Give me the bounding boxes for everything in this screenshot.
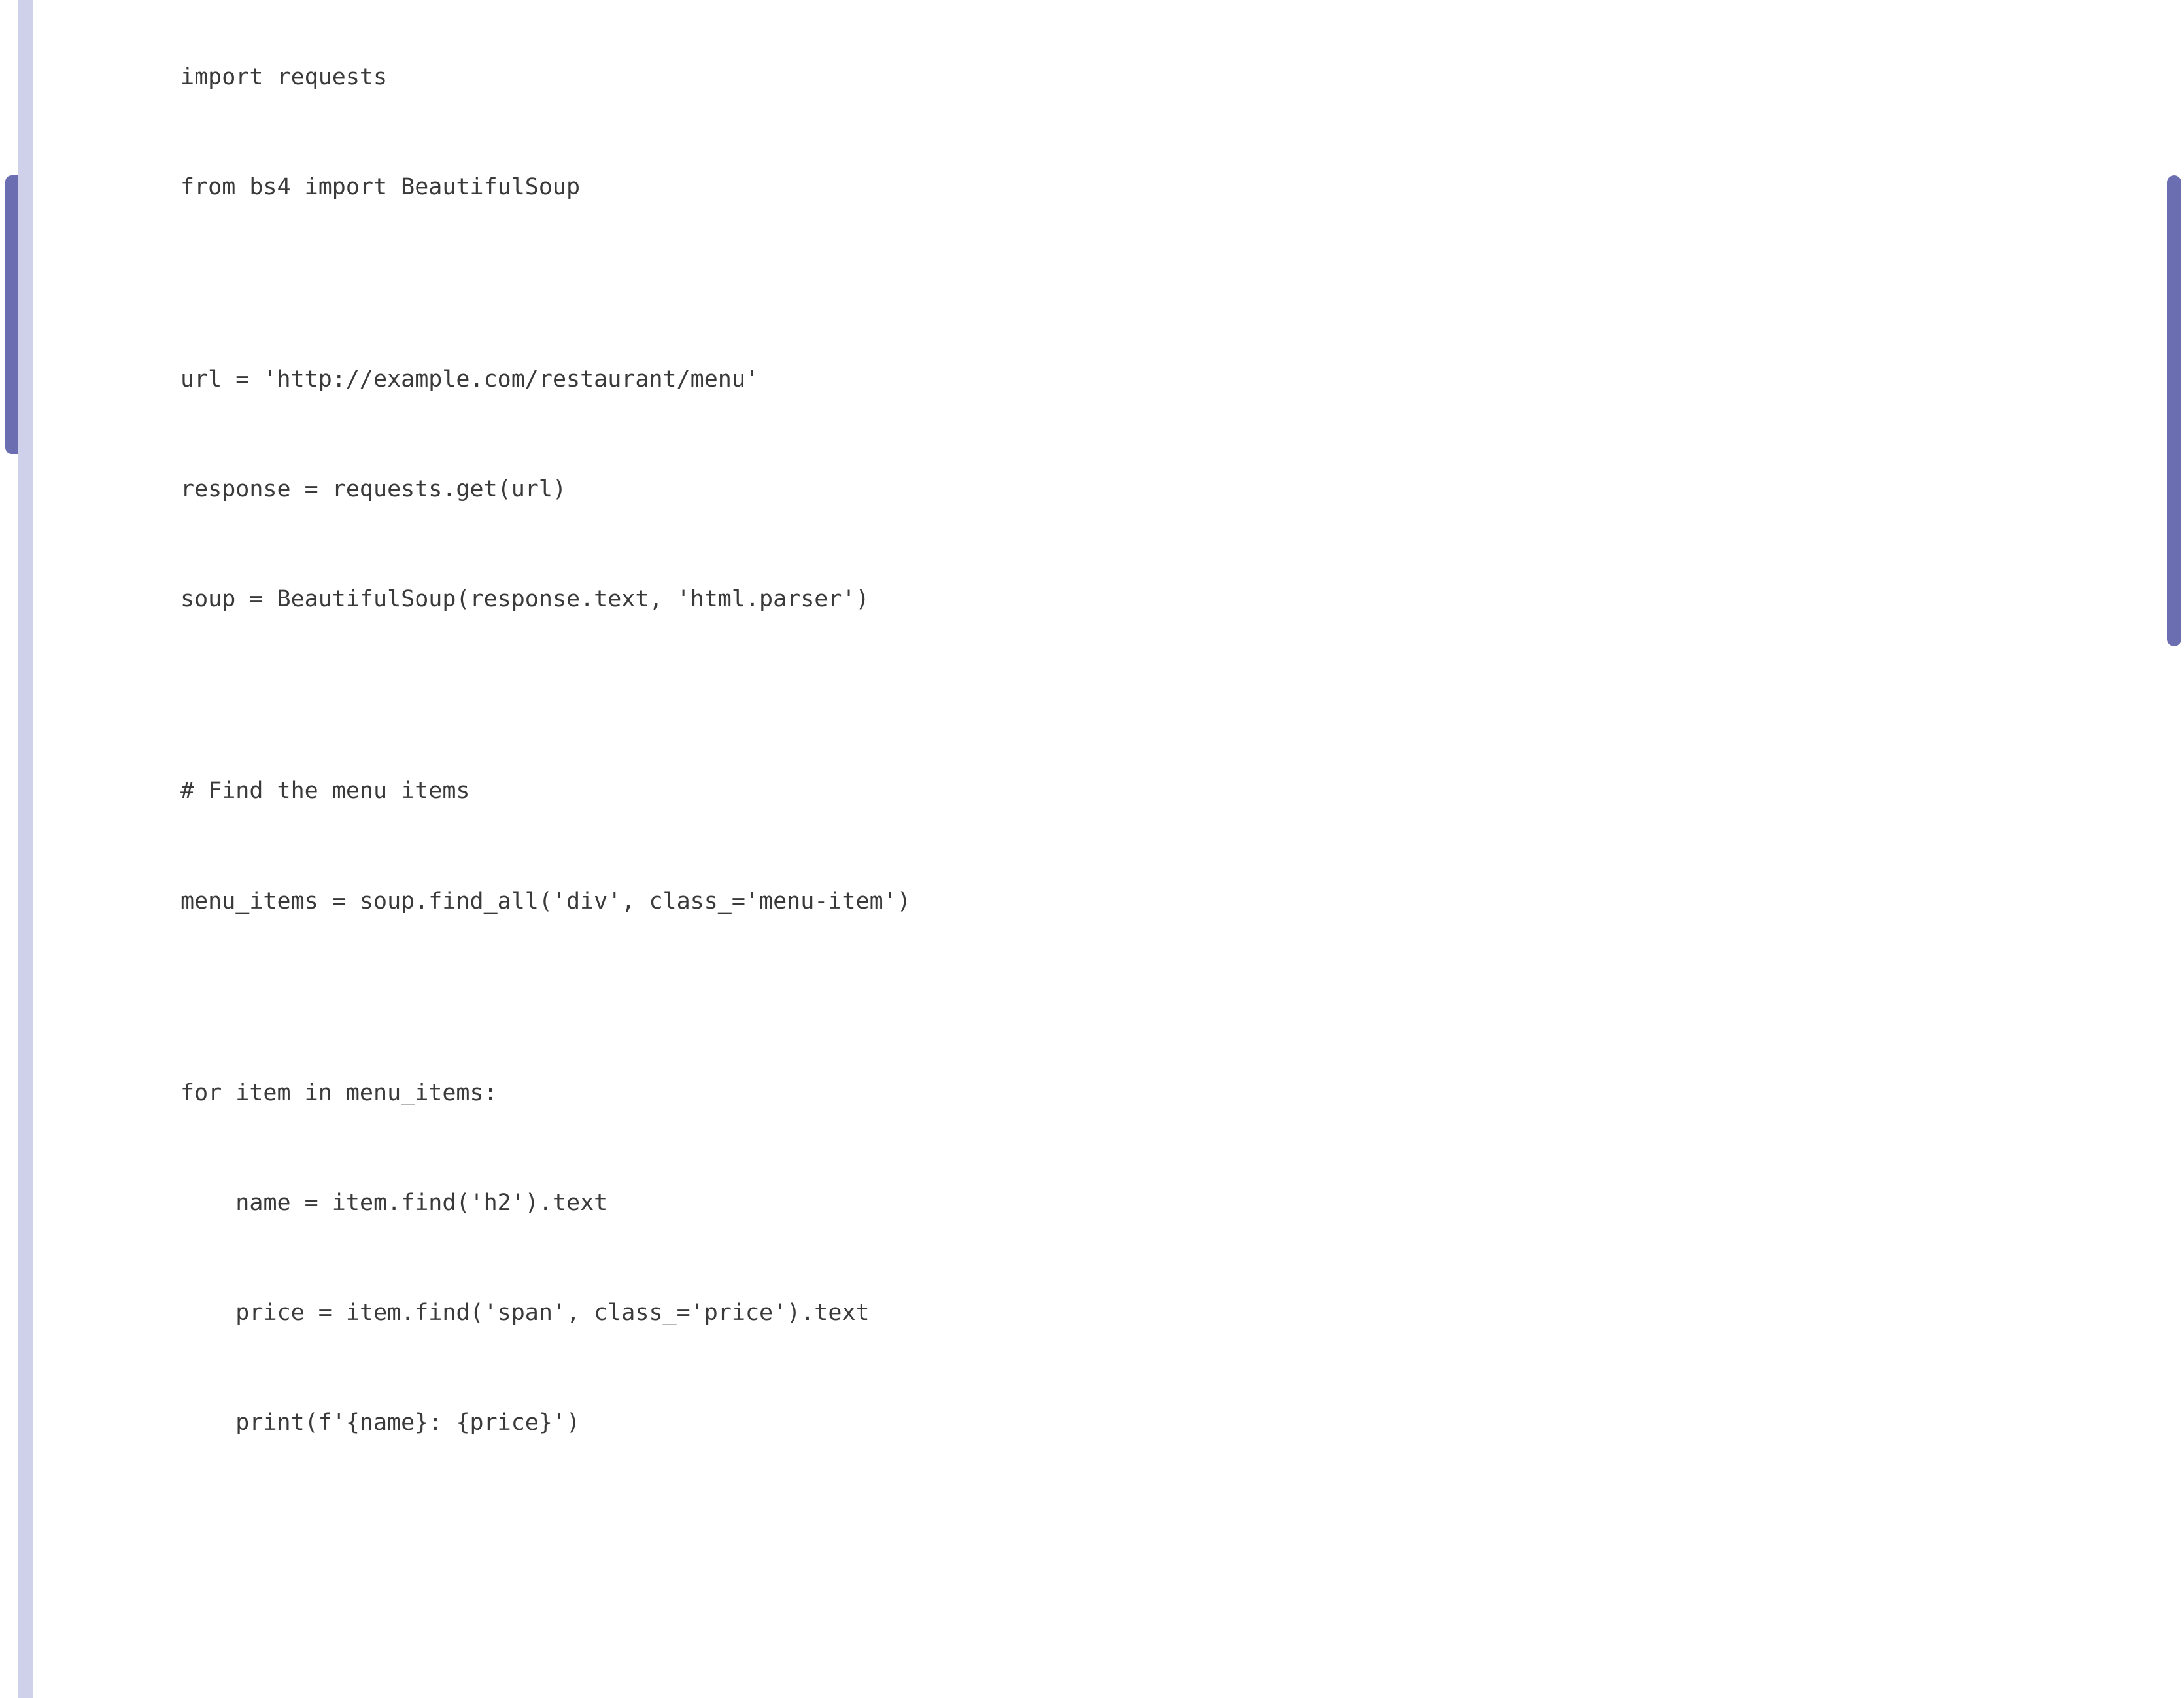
app-sidebar-gutter	[0, 0, 18, 1698]
code-line: # Find the menu items	[180, 777, 2145, 805]
scrollbar-thumb[interactable]	[2167, 175, 2181, 646]
code-line: print(f'{name}: {price}')	[180, 1409, 2145, 1437]
quote-indent-bar	[18, 0, 33, 1698]
code-line: price = item.find('span', class_='price'…	[180, 1299, 2145, 1327]
code-content-area[interactable]: import requests from bs4 import Beautifu…	[33, 0, 2164, 1698]
code-block: import requests from bs4 import Beautifu…	[33, 0, 2164, 1508]
selection-indicator	[5, 175, 18, 454]
scrollbar-gutter	[2164, 0, 2184, 1698]
code-line: url = 'http://example.com/restaurant/men…	[180, 366, 2145, 394]
scrollbar-track[interactable]	[2167, 0, 2181, 1698]
code-line: menu_items = soup.find_all('div', class_…	[180, 888, 2145, 916]
code-line: import requests	[180, 63, 2145, 92]
code-line: name = item.find('h2').text	[180, 1189, 2145, 1217]
code-line: for item in menu_items:	[180, 1079, 2145, 1107]
code-line: soup = BeautifulSoup(response.text, 'htm…	[180, 585, 2145, 614]
code-line: response = requests.get(url)	[180, 476, 2145, 504]
code-line: from bs4 import BeautifulSoup	[180, 173, 2145, 201]
